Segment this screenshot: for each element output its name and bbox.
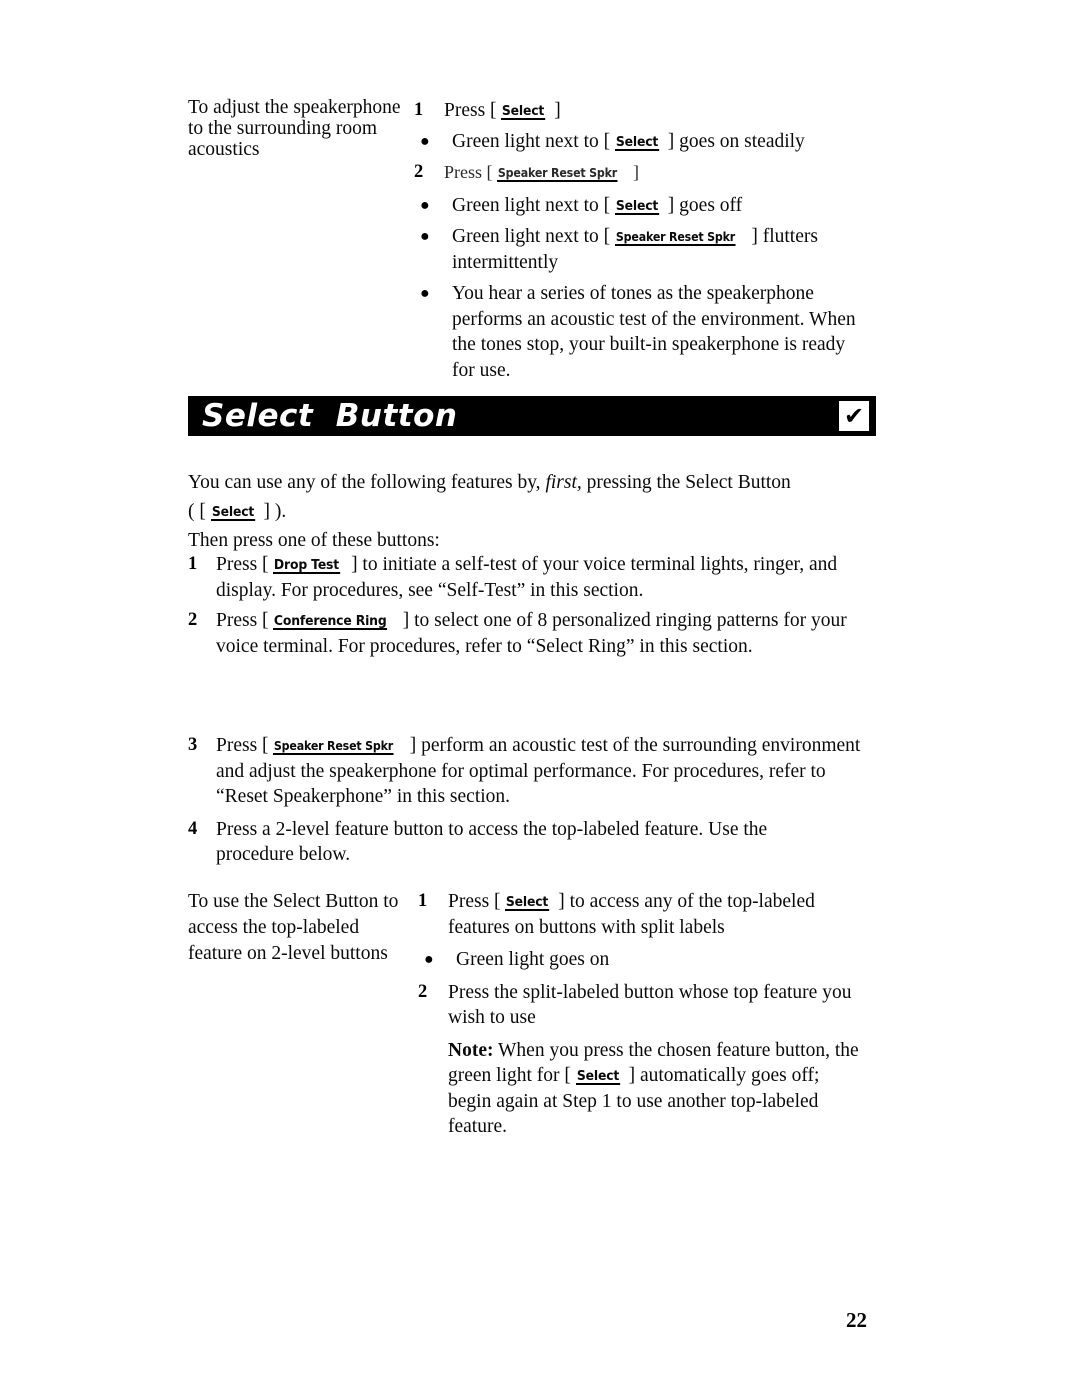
section-header-bar: Select Button ✔ xyxy=(188,396,876,436)
step-item: 1 Press [ Select ] to access any of the … xyxy=(418,889,880,940)
select-button-key[interactable]: Select xyxy=(505,895,550,912)
conference-ring-button-key[interactable]: Conference Ring xyxy=(273,614,388,631)
intro-line-1: You can use any of the following feature… xyxy=(188,470,868,496)
bullet-dot-icon: ● xyxy=(420,196,430,214)
page-number: 22 xyxy=(846,1308,867,1332)
step-number: 2 xyxy=(418,981,428,1002)
intro-line-3: Then press one of these buttons: xyxy=(188,530,440,551)
speaker-reset-spkr-button-key[interactable]: Speaker Reset Spkr xyxy=(615,231,736,246)
bracket-open: [ xyxy=(482,162,498,182)
bullet-text-before: Green light next to [ xyxy=(452,226,615,247)
bottom-procedure-steps: 1 Press [ Select ] to access any of the … xyxy=(418,889,880,1140)
feature-list-top: 1 Press [ Drop Test ] to initiate a self… xyxy=(188,552,876,662)
bullet-text-after: ] goes off xyxy=(662,194,743,216)
bottom-procedure-left-label: To use the Select Button to access the t… xyxy=(188,891,399,964)
step-number: 1 xyxy=(414,100,424,120)
bracket-close: ] xyxy=(628,162,639,182)
section-title: Select Button xyxy=(202,398,458,434)
step-text-before: Press [ xyxy=(448,891,506,912)
note-label: Note: xyxy=(448,1039,494,1061)
bullet-text: You hear a series of tones as the speake… xyxy=(452,283,856,381)
document-page: To adjust the speakerphone to the surrou… xyxy=(0,0,1080,1379)
select-button-key[interactable]: Select xyxy=(615,198,660,215)
bullet-item: ● Green light next to [ Speaker Reset Sp… xyxy=(414,224,880,275)
step-item: 1 Press [ Select ] xyxy=(414,98,880,124)
speaker-reset-spkr-button-key[interactable]: Speaker Reset Spkr xyxy=(273,740,395,755)
drop-test-button-key[interactable]: Drop Test xyxy=(273,558,341,575)
speaker-reset-spkr-button-key[interactable]: Speaker Reset Spkr xyxy=(497,167,618,182)
list-number: 2 xyxy=(188,610,198,630)
list-text: Press a 2-level feature button to access… xyxy=(216,818,768,866)
bullet-text: Green light goes on xyxy=(456,949,610,970)
press-word: Press xyxy=(444,100,486,121)
list-number: 4 xyxy=(188,818,198,839)
bullet-dot-icon: ● xyxy=(420,228,430,245)
step-text: Press [ Speaker Reset Spkr ] xyxy=(444,160,880,186)
bracket-close: ] xyxy=(549,100,561,121)
select-button-key[interactable]: Select xyxy=(210,504,255,521)
bracket-open: [ xyxy=(485,100,502,121)
checkmark-icon: ✔ xyxy=(839,401,869,431)
list-item: 2 Press [ Conference Ring ] to select on… xyxy=(188,608,876,659)
top-procedure-block: To adjust the speakerphone to the surrou… xyxy=(188,97,880,387)
intro-text-b: pressing the Select Button xyxy=(581,472,791,493)
step-text: Press [ Select ] xyxy=(444,98,880,124)
step-text: Press [ Select ] to access any of the to… xyxy=(448,889,858,940)
list-number: 1 xyxy=(188,554,198,574)
step-item: 2 Press [ Speaker Reset Spkr ] xyxy=(414,160,880,186)
intro-paren-close: ] ). xyxy=(258,500,287,522)
bullet-dot-icon: ● xyxy=(420,285,430,302)
bullet-item: ● You hear a series of tones as the spea… xyxy=(414,281,880,383)
list-text-before: Press [ xyxy=(216,610,274,631)
bullet-text-after: ] goes on steadily xyxy=(662,130,805,152)
bullet-text-before: Green light next to [ xyxy=(452,194,615,216)
list-item: 1 Press [ Drop Test ] to initiate a self… xyxy=(188,552,876,603)
list-text: Press [ Conference Ring ] to select one … xyxy=(216,608,876,659)
intro-text-a: You can use any of the following feature… xyxy=(188,472,546,493)
intro-emphasis: first, xyxy=(545,472,582,493)
bullet-dot-icon: ● xyxy=(424,951,434,968)
press-word: Press xyxy=(444,162,483,182)
step-number: 2 xyxy=(414,162,424,182)
step-item: 2 Press the split-labeled button whose t… xyxy=(418,980,880,1031)
bullet-item: ● Green light next to [ Select ] goes on… xyxy=(414,129,880,155)
bottom-procedure-block: To use the Select Button to access the t… xyxy=(188,889,880,1140)
step-number: 1 xyxy=(418,891,428,911)
list-item: 3 Press [ Speaker Reset Spkr ] perform a… xyxy=(188,733,878,810)
bullet-text-before: Green light next to [ xyxy=(452,130,615,152)
top-procedure-left-label: To adjust the speakerphone to the surrou… xyxy=(188,97,401,160)
bullet-text: Green light next to [ Select ] goes off xyxy=(452,193,880,219)
list-text-before: Press [ xyxy=(216,554,274,575)
select-button-key[interactable]: Select xyxy=(575,1069,620,1086)
select-button-key[interactable]: Select xyxy=(615,134,660,151)
bullet-item: ● Green light next to [ Select ] goes of… xyxy=(414,193,880,219)
list-item: 4 Press a 2-level feature button to acce… xyxy=(188,817,878,868)
list-text: Press [ Speaker Reset Spkr ] perform an … xyxy=(216,733,878,810)
note-block: Note: When you press the chosen feature … xyxy=(448,1038,866,1140)
list-text-before: Press [ xyxy=(216,735,274,756)
intro-paragraph: You can use any of the following feature… xyxy=(188,470,868,554)
list-number: 3 xyxy=(188,735,198,755)
step-text: Press the split-labeled button whose top… xyxy=(448,981,852,1029)
bullet-item: ● Green light goes on xyxy=(418,947,880,973)
bullet-dot-icon: ● xyxy=(420,132,430,150)
intro-paren-open: ( [ xyxy=(188,500,211,522)
list-text: Press [ Drop Test ] to initiate a self-t… xyxy=(216,552,876,603)
bullet-text: Green light next to [ Speaker Reset Spkr… xyxy=(452,224,872,275)
select-button-key[interactable]: Select xyxy=(501,104,546,121)
bullet-text: Green light next to [ Select ] goes on s… xyxy=(452,129,880,155)
intro-line-2: ( [ Select ] ). xyxy=(188,499,868,525)
feature-list-bottom: 3 Press [ Speaker Reset Spkr ] perform a… xyxy=(188,733,878,871)
top-procedure-steps: 1 Press [ Select ] ● Green light next to… xyxy=(414,98,880,387)
